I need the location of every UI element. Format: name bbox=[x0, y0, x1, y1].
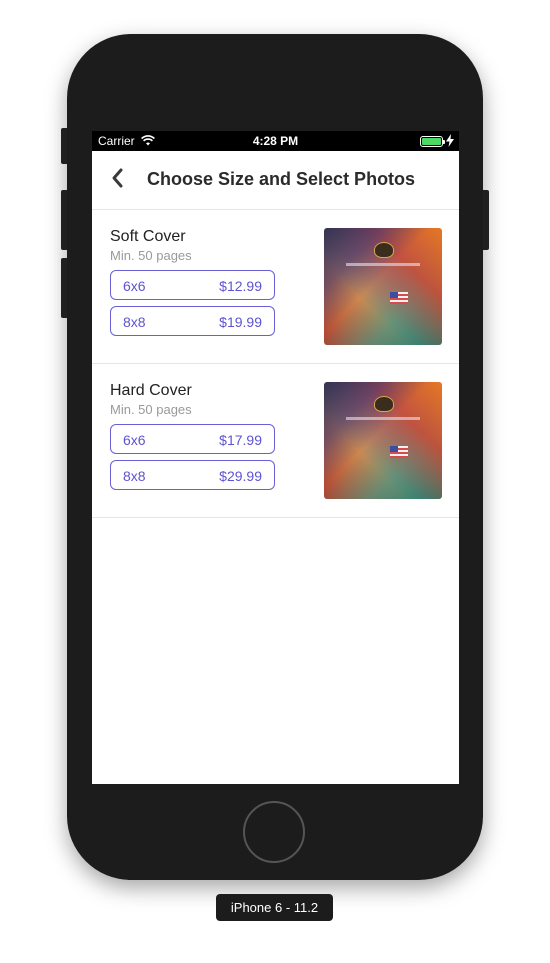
home-button[interactable] bbox=[243, 801, 305, 863]
chevron-left-icon[interactable] bbox=[110, 167, 126, 189]
hard-cover-thumbnail bbox=[324, 382, 442, 499]
hard-cover-6x6-button[interactable]: 6x6 $17.99 bbox=[110, 424, 275, 454]
status-bar: Carrier 4:28 PM bbox=[92, 131, 459, 151]
size-label: 6x6 bbox=[123, 432, 146, 448]
navigation-bar: Choose Size and Select Photos bbox=[92, 151, 459, 210]
product-hard-cover: Hard Cover Min. 50 pages 6x6 $17.99 8x8 … bbox=[92, 364, 459, 518]
product-min-pages: Min. 50 pages bbox=[110, 402, 192, 417]
soft-cover-thumbnail bbox=[324, 228, 442, 345]
soft-cover-6x6-button[interactable]: 6x6 $12.99 bbox=[110, 270, 275, 300]
product-min-pages: Min. 50 pages bbox=[110, 248, 192, 263]
bolt-icon bbox=[446, 134, 454, 147]
product-name: Hard Cover bbox=[110, 382, 192, 399]
size-label: 8x8 bbox=[123, 314, 146, 330]
page-title: Choose Size and Select Photos bbox=[147, 169, 416, 189]
status-time: 4:28 PM bbox=[252, 134, 299, 148]
battery-icon bbox=[420, 136, 445, 147]
hard-cover-8x8-button[interactable]: 8x8 $29.99 bbox=[110, 460, 275, 490]
app-screen: Carrier 4:28 PM Choose Size and Select P… bbox=[92, 131, 459, 784]
price-label: $29.99 bbox=[219, 468, 262, 484]
price-label: $19.99 bbox=[219, 314, 262, 330]
device-label: iPhone 6 - 11.2 bbox=[216, 894, 333, 921]
product-soft-cover: Soft Cover Min. 50 pages 6x6 $12.99 8x8 … bbox=[92, 210, 459, 364]
price-label: $17.99 bbox=[219, 432, 262, 448]
price-label: $12.99 bbox=[219, 278, 262, 294]
size-label: 6x6 bbox=[123, 278, 146, 294]
size-label: 8x8 bbox=[123, 468, 146, 484]
soft-cover-8x8-button[interactable]: 8x8 $19.99 bbox=[110, 306, 275, 336]
product-name: Soft Cover bbox=[110, 228, 186, 245]
